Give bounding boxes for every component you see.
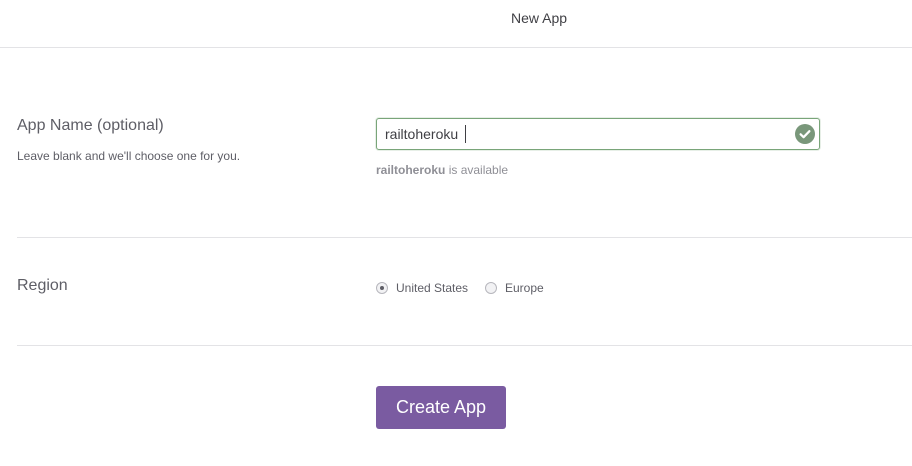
region-label: Region: [17, 277, 68, 294]
app-name-help-text: Leave blank and we'll choose one for you…: [17, 149, 241, 163]
section-divider: [17, 345, 912, 346]
region-option-united-states[interactable]: United States: [376, 280, 468, 296]
availability-message: railtoheroku is available: [376, 163, 508, 177]
region-option-label: United States: [396, 281, 469, 295]
availability-app-name: railtoheroku: [376, 163, 446, 177]
new-app-page: New App App Name (optional) Leave blank …: [0, 0, 912, 466]
region-option-label: Europe: [505, 281, 544, 295]
check-circle-icon: [795, 124, 815, 144]
text-cursor: [465, 125, 466, 143]
section-divider: [17, 237, 912, 238]
region-radio-united-states[interactable]: [376, 282, 388, 294]
page-header: New App: [0, 0, 912, 48]
create-app-button[interactable]: Create App: [376, 386, 506, 429]
app-name-field[interactable]: [376, 118, 820, 150]
page-title: New App: [511, 10, 568, 26]
app-name-input[interactable]: [385, 119, 785, 149]
app-name-label: App Name (optional): [17, 117, 164, 134]
availability-status: is available: [445, 163, 509, 177]
region-radio-europe[interactable]: [485, 282, 497, 294]
region-option-europe[interactable]: Europe: [485, 280, 544, 296]
